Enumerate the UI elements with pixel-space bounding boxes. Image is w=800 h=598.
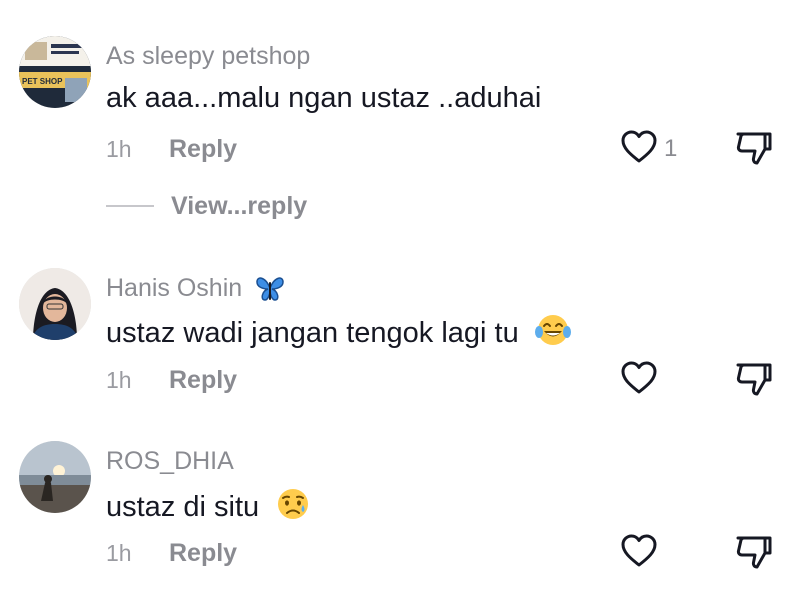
avatar-text: PET SHOP xyxy=(22,77,63,86)
heart-outline-icon xyxy=(621,130,657,163)
reply-button[interactable]: Reply xyxy=(169,366,237,395)
comment-username[interactable]: ROS_DHIA xyxy=(106,447,234,476)
dislike-icon xyxy=(736,363,772,396)
tears-of-joy-emoji xyxy=(534,315,571,345)
comment-text-body: ustaz di situ xyxy=(106,491,260,523)
like-button[interactable] xyxy=(620,534,658,568)
comment-time: 1h xyxy=(106,367,132,393)
comment-text-body: ustaz wadi jangan tengok lagi tu xyxy=(106,317,519,349)
comment-username[interactable]: Hanis Oshin xyxy=(106,274,285,303)
dislike-button[interactable] xyxy=(735,360,773,398)
username-label: Hanis Oshin xyxy=(106,274,243,302)
avatar-image xyxy=(19,441,91,513)
like-count: 1 xyxy=(664,135,678,162)
reply-button[interactable]: Reply xyxy=(169,135,237,164)
comment-text: ak aaa...malu ngan ustaz ..aduhai xyxy=(106,82,542,114)
avatar-image: PET SHOP xyxy=(19,36,91,108)
sad-relieved-emoji xyxy=(278,489,309,519)
avatar[interactable] xyxy=(19,441,91,513)
divider-line xyxy=(106,205,154,207)
butterfly-emoji xyxy=(256,277,284,301)
comment-time: 1h xyxy=(106,540,132,566)
avatar[interactable] xyxy=(19,268,91,340)
heart-outline-icon xyxy=(621,361,657,394)
like-button[interactable] xyxy=(620,130,658,164)
comment-time: 1h xyxy=(106,136,132,162)
dislike-button[interactable] xyxy=(735,533,773,571)
dislike-icon xyxy=(736,132,772,165)
avatar[interactable]: PET SHOP xyxy=(19,36,91,108)
comment-text: ustaz di situ xyxy=(106,486,311,524)
dislike-icon xyxy=(736,536,772,569)
comment-text: ustaz wadi jangan tengok lagi tu xyxy=(106,312,571,350)
like-button[interactable] xyxy=(620,361,658,395)
avatar-image xyxy=(19,268,91,340)
dislike-button[interactable] xyxy=(735,129,773,167)
comment-username[interactable]: As sleepy petshop xyxy=(106,42,310,71)
heart-outline-icon xyxy=(621,534,657,567)
reply-button[interactable]: Reply xyxy=(169,539,237,568)
view-replies-button[interactable]: View...reply xyxy=(171,192,307,221)
